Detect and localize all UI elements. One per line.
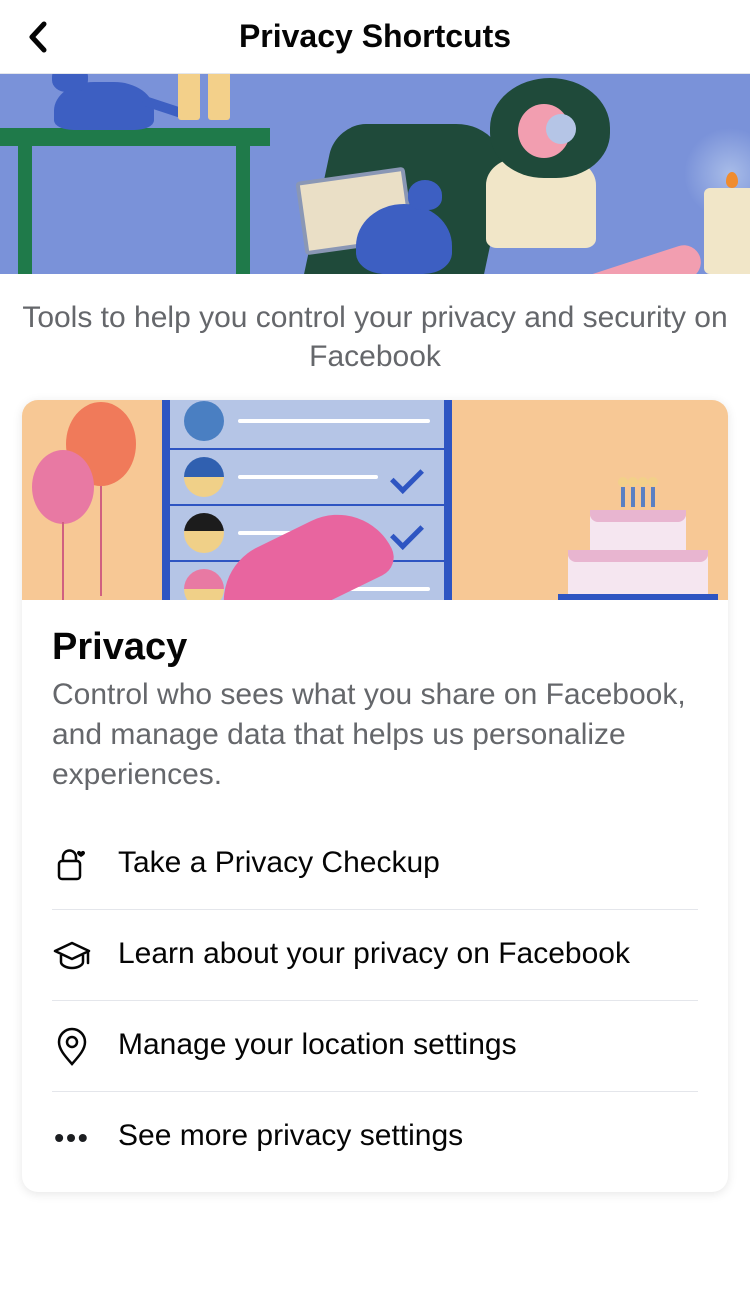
chevron-left-icon <box>28 21 48 53</box>
hero-illustration <box>0 74 750 274</box>
location-settings-item[interactable]: Manage your location settings <box>52 1000 698 1091</box>
back-button[interactable] <box>22 21 54 53</box>
more-dots-icon: ••• <box>52 1118 92 1158</box>
list-item-label: See more privacy settings <box>118 1116 463 1155</box>
card-title: Privacy <box>52 626 698 669</box>
page-title: Privacy Shortcuts <box>20 18 730 55</box>
card-illustration <box>22 400 728 600</box>
location-pin-icon <box>52 1027 92 1067</box>
page-header: Privacy Shortcuts <box>0 0 750 74</box>
list-item-label: Learn about your privacy on Facebook <box>118 934 630 973</box>
list-item-label: Take a Privacy Checkup <box>118 843 440 882</box>
page-subtitle: Tools to help you control your privacy a… <box>0 274 750 400</box>
graduation-cap-icon <box>52 936 92 976</box>
lock-heart-icon <box>52 845 92 885</box>
privacy-card: Privacy Control who sees what you share … <box>22 400 728 1192</box>
privacy-checkup-item[interactable]: Take a Privacy Checkup <box>52 819 698 909</box>
card-description: Control who sees what you share on Faceb… <box>52 675 698 795</box>
see-more-item[interactable]: ••• See more privacy settings <box>52 1091 698 1182</box>
learn-privacy-item[interactable]: Learn about your privacy on Facebook <box>52 909 698 1000</box>
list-item-label: Manage your location settings <box>118 1025 517 1064</box>
